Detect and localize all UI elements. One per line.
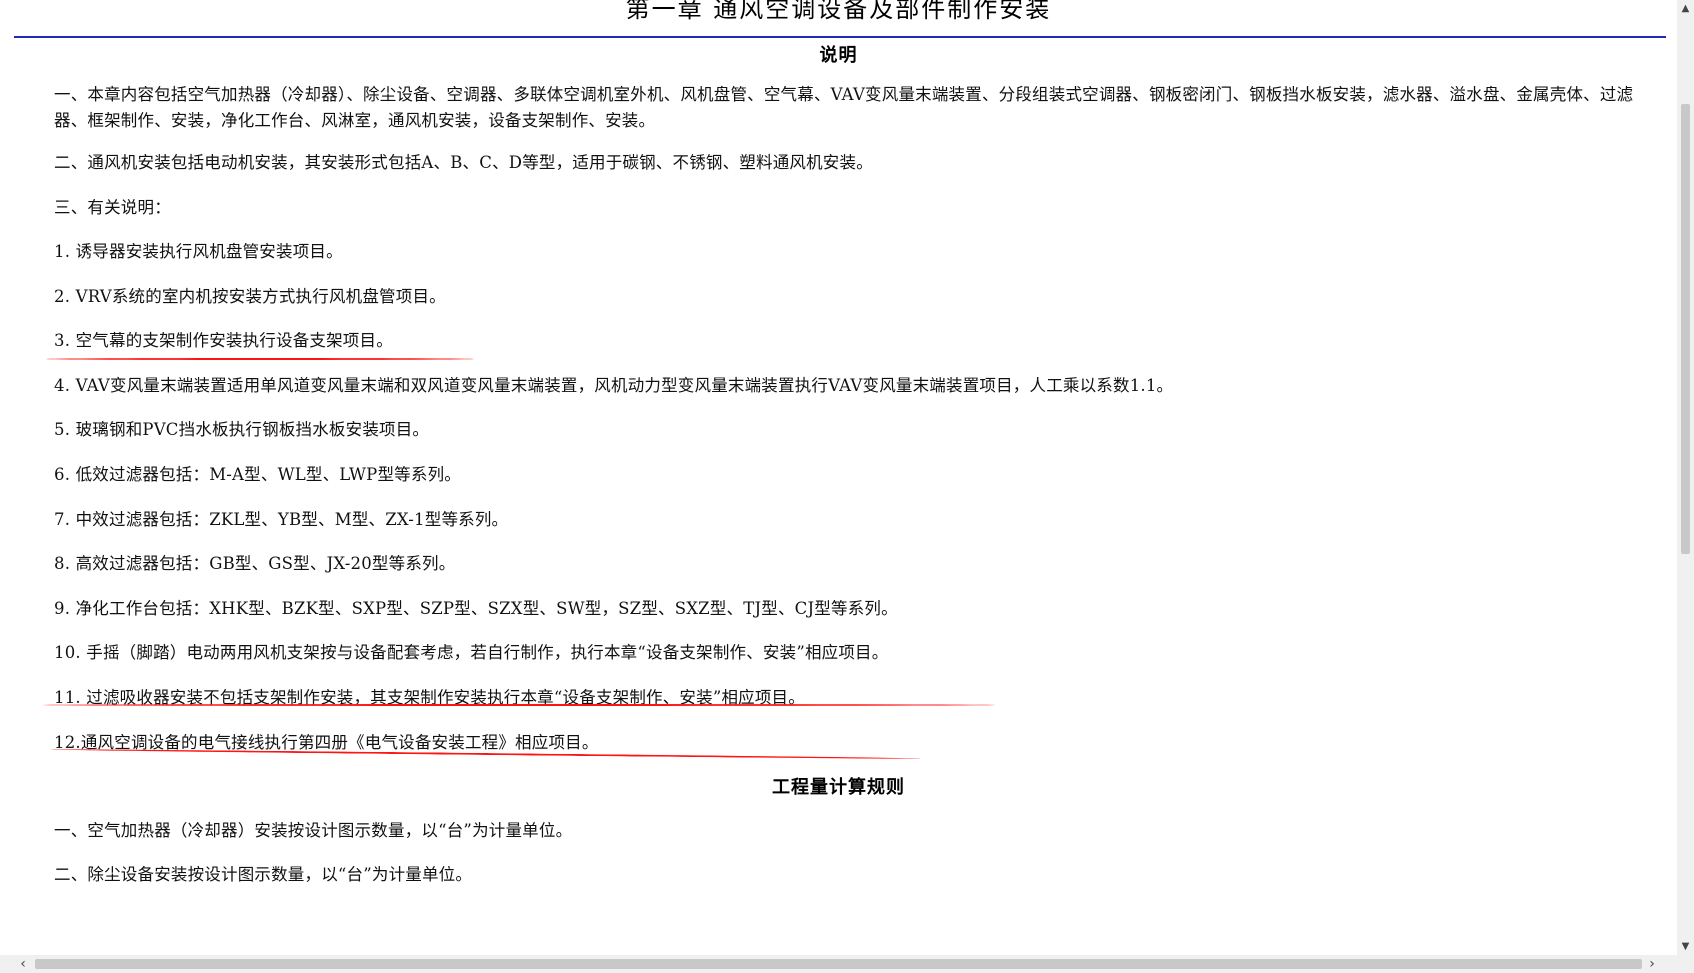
paragraph-scope: 一、本章内容包括空气加热器（冷却器）、除尘设备、空调器、多联体空调机室外机、风机… <box>54 85 1634 130</box>
scrollbar-corner <box>1677 955 1694 973</box>
rule-item-1: 一、空气加热器（冷却器）安装按设计图示数量，以“台”为计量单位。 <box>54 821 573 840</box>
note-item-6: 6. 低效过滤器包括：M-A型、WL型、LWP型等系列。 <box>54 465 461 484</box>
note-item-1: 1. 诱导器安装执行风机盘管安装项目。 <box>54 242 343 261</box>
note-item-11: 11. 过滤吸收器安装不包括支架制作安装，其支架制作安装执行本章“设备支架制作、… <box>54 688 805 707</box>
page-title: 第一章 通风空调设备及部件制作安装 <box>625 0 1052 23</box>
horizontal-scrollbar[interactable]: ‹ › <box>0 955 1677 973</box>
title-divider <box>14 36 1666 38</box>
horizontal-scroll-thumb[interactable] <box>35 959 1642 969</box>
underline-annotation-item-3 <box>46 358 474 360</box>
scroll-left-icon[interactable]: ‹ <box>14 955 32 973</box>
scroll-right-icon[interactable]: › <box>1643 955 1661 973</box>
scroll-up-icon[interactable]: ▲ <box>1677 0 1694 17</box>
rule-item-2: 二、除尘设备安装按设计图示数量，以“台”为计量单位。 <box>54 865 473 884</box>
note-item-8: 8. 高效过滤器包括：GB型、GS型、JX-20型等系列。 <box>54 554 456 573</box>
note-item-3: 3. 空气幕的支架制作安装执行设备支架项目。 <box>54 331 393 350</box>
section-heading-rules: 工程量计算规则 <box>772 777 905 798</box>
note-item-4: 4. VAV变风量末端装置适用单风道变风量末端和双风道变风量末端装置，风机动力型… <box>54 376 1174 395</box>
note-item-9: 9. 净化工作台包括：XHK型、BZK型、SXP型、SZP型、SZX型、SW型，… <box>54 599 898 618</box>
paragraph-fan-install: 二、通风机安装包括电动机安装，其安装形式包括A、B、C、D等型，适用于碳钢、不锈… <box>54 153 873 172</box>
note-item-2: 2. VRV系统的室内机按安装方式执行风机盘管项目。 <box>54 287 446 306</box>
note-item-5: 5. 玻璃钢和PVC挡水板执行钢板挡水板安装项目。 <box>54 420 430 439</box>
note-item-7: 7. 中效过滤器包括：ZKL型、YB型、M型、ZX-1型等系列。 <box>54 510 509 529</box>
section-heading-explanation: 说明 <box>819 45 858 66</box>
paragraph-notes-heading: 三、有关说明： <box>54 198 171 217</box>
underline-annotation-item-10 <box>43 704 995 706</box>
scroll-down-icon[interactable]: ▼ <box>1677 938 1694 955</box>
note-item-10: 10. 手摇（脚踏）电动两用风机支架按与设备配套考虑，若自行制作，执行本章“设备… <box>54 643 889 662</box>
document-viewport: 第一章 通风空调设备及部件制作安装 说明 一、本章内容包括空气加热器（冷却器）、… <box>0 0 1677 955</box>
vertical-scrollbar[interactable]: ▲ ▼ <box>1677 0 1694 955</box>
vertical-scroll-thumb[interactable] <box>1681 104 1690 554</box>
